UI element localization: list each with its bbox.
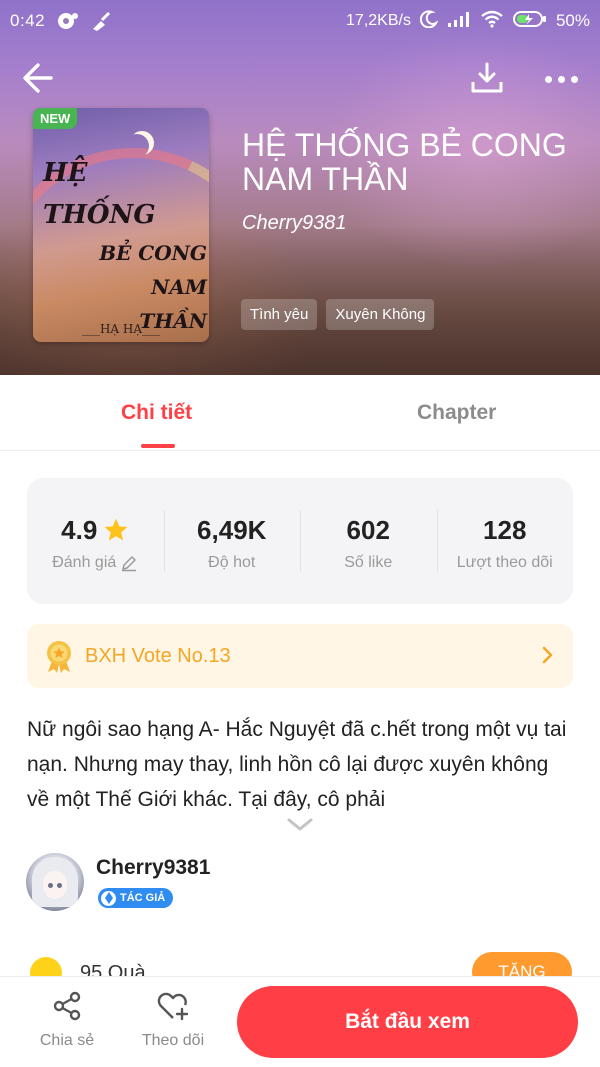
hot-label: Độ hot (208, 554, 256, 571)
more-options-button[interactable] (538, 62, 584, 96)
hot-value: 6,49K (197, 514, 267, 545)
author-badge-icon (101, 890, 116, 906)
rating-label: Đánh giá (52, 554, 117, 571)
share-icon (53, 991, 81, 1021)
wifi-icon (480, 10, 504, 33)
stats-card: 4.9 Đánh giá 6,49K Độ hot 602 Số like 12… (27, 478, 573, 604)
followers-label: Lượt theo dõi (456, 554, 553, 571)
vote-ranking-banner[interactable]: BXH Vote No.13 (27, 624, 573, 688)
tag-love[interactable]: Tình yêu (241, 299, 318, 330)
dot-icon (544, 75, 552, 83)
cover-title-line1: HỆ THỐNG (43, 158, 156, 230)
new-badge: NEW (33, 108, 78, 129)
battery-percent: 50% (555, 11, 590, 30)
chevron-right-icon (542, 646, 553, 664)
bottom-action-bar: Chia sẻ Theo dõi Bắt đầu xem (0, 976, 600, 1067)
vote-ranking-label: BXH Vote No.13 (85, 644, 231, 667)
author-badge-label: TÁC GIẢ (120, 892, 166, 904)
followers-value: 128 (483, 514, 527, 545)
status-bar: 0:42 17,2KB/s 50% (0, 0, 600, 42)
arrow-left-icon (23, 63, 53, 93)
tag-time-travel[interactable]: Xuyên Không (326, 299, 435, 330)
heart-plus-icon (157, 992, 189, 1021)
book-title: HỆ THỐNG BẺ CONG NAM THẦN (242, 127, 567, 197)
book-detail-page: 0:42 17,2KB/s 50% HỆ THỐNG BẺ CONG NAM T… (0, 0, 600, 1067)
cleaner-icon (89, 11, 113, 31)
moon-icon (419, 9, 439, 33)
likes-value: 602 (346, 514, 390, 545)
start-reading-button[interactable]: Bắt đầu xem (237, 986, 578, 1058)
stat-hot: 6,49K Độ hot (163, 478, 301, 604)
star-icon (104, 518, 128, 541)
author-avatar[interactable] (26, 853, 84, 911)
likes-label: Số like (344, 554, 393, 571)
download-icon (471, 62, 503, 93)
follow-label: Theo dõi (141, 1032, 205, 1049)
notification-icon (57, 12, 79, 30)
rating-value: 4.9 (61, 514, 98, 545)
tab-detail[interactable]: Chi tiết (121, 401, 192, 425)
download-button[interactable] (466, 58, 508, 98)
share-label: Chia sẻ (39, 1032, 95, 1049)
edit-pencil-icon[interactable] (120, 554, 138, 572)
active-tab-indicator (141, 444, 175, 448)
tab-bar: Chi tiết Chapter (0, 375, 600, 451)
cover-author: ___HẠ HẠ___ (81, 322, 161, 336)
follow-button[interactable]: Theo dõi (133, 991, 213, 1050)
expand-chevron-down-icon[interactable] (286, 816, 314, 834)
stat-likes: 602 Số like (300, 478, 437, 604)
share-button[interactable]: Chia sẻ (27, 991, 107, 1050)
status-time: 0:42 (10, 11, 46, 30)
author-card: Cherry9381 TÁC GIẢ (26, 853, 566, 913)
stat-followers: 128 Lượt theo dõi (436, 478, 574, 604)
medal-icon (47, 641, 71, 673)
book-author[interactable]: Cherry9381 (242, 212, 347, 235)
stat-rating[interactable]: 4.9 Đánh giá (27, 478, 164, 604)
author-name[interactable]: Cherry9381 (96, 856, 210, 880)
dot-icon (570, 75, 578, 83)
signal-icon (447, 10, 471, 33)
author-badge: TÁC GIẢ (98, 888, 174, 908)
genre-tags: Tình yêu Xuyên Không (241, 299, 435, 330)
battery-icon (512, 10, 547, 33)
tab-chapter[interactable]: Chapter (417, 401, 496, 425)
network-speed: 17,2KB/s (346, 12, 411, 29)
book-description: Nữ ngôi sao hạng A- Hắc Nguyệt đã c.hết … (27, 718, 567, 811)
hero-header: 0:42 17,2KB/s 50% HỆ THỐNG BẺ CONG NAM T… (0, 0, 600, 375)
dot-icon (557, 75, 565, 83)
back-button[interactable] (18, 58, 58, 98)
book-cover[interactable]: HỆ THỐNG BẺ CONG NAM THẦN ___HẠ HẠ___ NE… (33, 108, 209, 342)
